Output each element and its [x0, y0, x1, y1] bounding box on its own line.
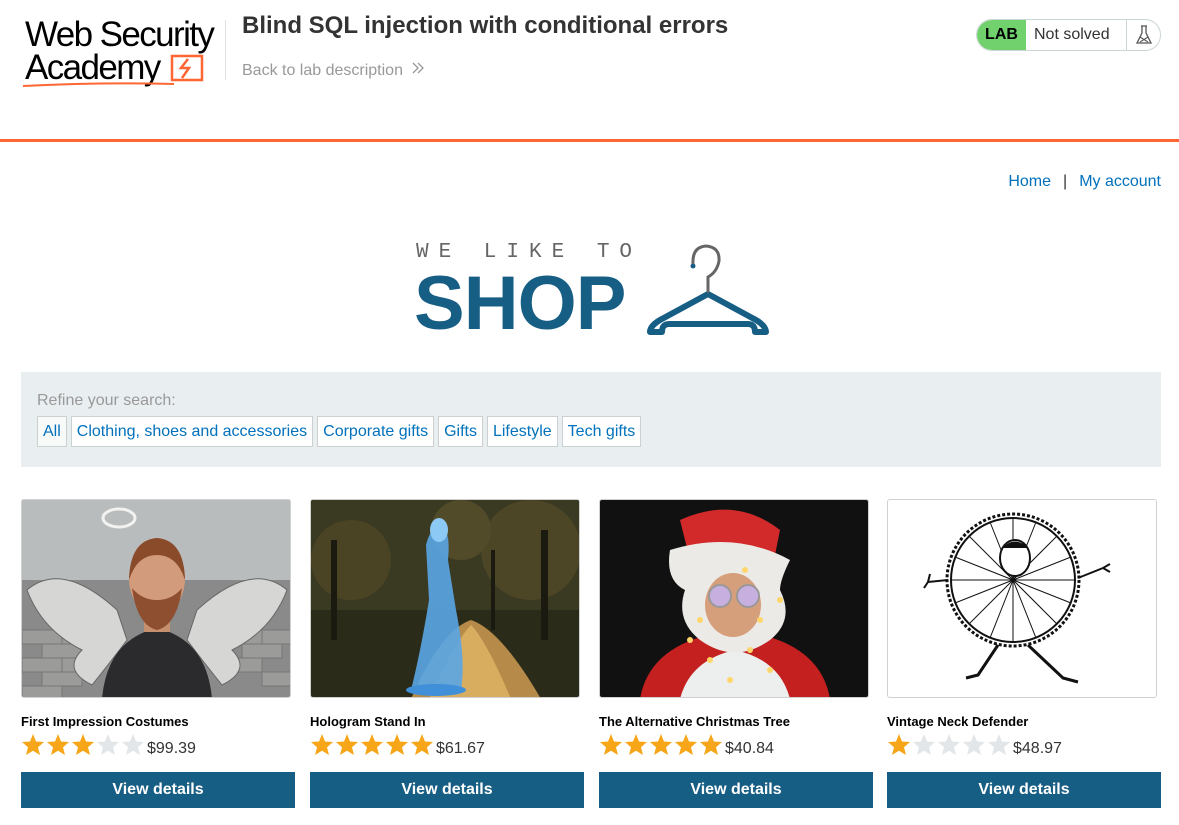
category-corporate-gifts[interactable]: Corporate gifts [317, 416, 435, 447]
header-divider [225, 20, 226, 80]
nav-separator: | [1063, 173, 1068, 190]
refine-search-label: Refine your search: [37, 392, 176, 409]
lab-title: Blind SQL injection with conditional err… [242, 12, 729, 39]
lab-status-text: Not solved [1034, 26, 1110, 43]
star-filled-icon [411, 734, 433, 755]
star-filled-icon [311, 734, 333, 755]
product-price: $40.84 [725, 740, 774, 757]
star-filled-icon [888, 734, 910, 755]
product-card: The Alternative Christmas Tree $40.84 Vi… [599, 499, 873, 809]
product-image[interactable] [310, 499, 580, 698]
product-card: Hologram Stand In $61.67 View details [310, 499, 584, 809]
shop-banner: WE LIKE TO SHOP [414, 238, 774, 344]
star-filled-icon [361, 734, 383, 755]
category-filter-list: All Clothing, shoes and accessories Corp… [37, 416, 642, 447]
star-empty-icon [97, 734, 119, 755]
hanger-icon [647, 244, 769, 335]
home-link[interactable]: Home [1008, 172, 1051, 192]
star-filled-icon [600, 734, 622, 755]
product-price: $99.39 [147, 740, 196, 757]
view-details-button[interactable]: View details [21, 772, 295, 808]
banner-title: SHOP [414, 261, 626, 346]
product-name: Vintage Neck Defender [887, 714, 1029, 729]
product-image[interactable] [887, 499, 1157, 698]
academy-header: Web Security Academy Blind SQL injection… [0, 0, 1179, 142]
lab-badge: LAB [977, 20, 1026, 50]
star-filled-icon [650, 734, 672, 755]
lab-status-widget: LAB Not solved [976, 19, 1161, 51]
product-name: Hologram Stand In [310, 714, 426, 729]
star-empty-icon [913, 734, 935, 755]
top-navigation: Home | My account [1008, 172, 1161, 192]
view-details-button[interactable]: View details [887, 772, 1161, 808]
product-rating [887, 733, 1012, 756]
product-rating [21, 733, 146, 756]
product-card: First Impression Costumes $99.39 View de… [21, 499, 295, 809]
category-clothing[interactable]: Clothing, shoes and accessories [70, 416, 314, 447]
star-filled-icon [47, 734, 69, 755]
search-filter: Refine your search: All Clothing, shoes … [21, 372, 1161, 467]
view-details-button[interactable]: View details [310, 772, 584, 808]
product-card: Vintage Neck Defender $48.97 View detail… [887, 499, 1161, 809]
star-filled-icon [625, 734, 647, 755]
category-all[interactable]: All [37, 416, 67, 447]
back-to-lab-description-link[interactable]: Back to lab description [242, 61, 425, 81]
flask-icon [1126, 20, 1160, 50]
product-rating [310, 733, 435, 756]
product-rating [599, 733, 724, 756]
star-filled-icon [675, 734, 697, 755]
logo-bolt-icon [22, 54, 204, 87]
product-price: $61.67 [436, 740, 485, 757]
star-empty-icon [938, 734, 960, 755]
my-account-link[interactable]: My account [1079, 172, 1161, 192]
product-name: First Impression Costumes [21, 714, 189, 729]
star-filled-icon [22, 734, 44, 755]
star-filled-icon [386, 734, 408, 755]
category-gifts[interactable]: Gifts [438, 416, 483, 447]
category-tech-gifts[interactable]: Tech gifts [561, 416, 642, 447]
star-empty-icon [988, 734, 1010, 755]
star-filled-icon [336, 734, 358, 755]
back-link-label: Back to lab description [242, 62, 403, 79]
view-details-button[interactable]: View details [599, 772, 873, 808]
double-chevron-right-icon [411, 61, 425, 81]
product-price: $48.97 [1013, 740, 1062, 757]
star-filled-icon [72, 734, 94, 755]
star-filled-icon [700, 734, 722, 755]
product-name: The Alternative Christmas Tree [599, 714, 790, 729]
product-image[interactable] [21, 499, 291, 698]
product-image[interactable] [599, 499, 869, 698]
category-lifestyle[interactable]: Lifestyle [486, 416, 558, 447]
star-empty-icon [963, 734, 985, 755]
star-empty-icon [122, 734, 144, 755]
web-security-academy-logo[interactable]: Web Security Academy [22, 16, 226, 90]
